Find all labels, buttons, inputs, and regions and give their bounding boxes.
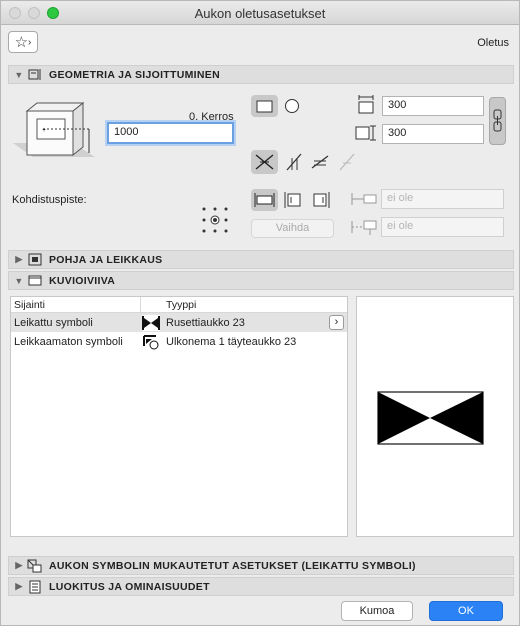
bowtie-symbol-icon bbox=[142, 315, 160, 331]
geometry-icon bbox=[27, 68, 43, 81]
plan-section-icon bbox=[27, 253, 43, 266]
orientation-option-3-icon[interactable] bbox=[308, 150, 332, 174]
table-header: Sijainti Tyyppi bbox=[11, 297, 347, 313]
window-title: Aukon oletusasetukset bbox=[194, 6, 326, 21]
cancel-button[interactable]: Kumoa bbox=[341, 601, 413, 621]
ok-button[interactable]: OK bbox=[429, 601, 503, 621]
column-divider bbox=[140, 297, 141, 313]
orientation-option-2-icon[interactable] bbox=[282, 150, 306, 174]
offset-depth-input[interactable]: ei ole bbox=[381, 217, 504, 237]
section-classification-header[interactable]: ▶ LUOKITUS JA OMINAISUUDET bbox=[8, 577, 514, 596]
anchor-point-label: Kohdistuspiste: bbox=[12, 194, 87, 206]
symbol-table: Sijainti Tyyppi Leikattu symboli Rusetti… bbox=[10, 296, 348, 537]
swap-button[interactable]: Vaihda bbox=[251, 219, 334, 238]
row-type: Rusettiaukko 23 bbox=[166, 317, 245, 329]
custom-settings-icon bbox=[27, 559, 43, 572]
section-custom-header[interactable]: ▶ AUKON SYMBOLIN MUKAUTETUT ASETUKSET (L… bbox=[8, 556, 514, 575]
offset-side-input[interactable]: ei ole bbox=[381, 189, 504, 209]
table-row[interactable]: Leikattu symboli Rusettiaukko 23 › bbox=[11, 313, 347, 332]
disclosure-closed-icon: ▶ bbox=[15, 581, 23, 591]
favorite-name-label: Oletus bbox=[477, 37, 509, 49]
row-location: Leikkaamaton symboli bbox=[14, 336, 123, 348]
star-icon: ☆ bbox=[14, 34, 29, 51]
column-location-header[interactable]: Sijainti bbox=[14, 299, 45, 311]
column-type-header[interactable]: Tyyppi bbox=[166, 299, 196, 311]
disclosure-closed-icon: ▶ bbox=[15, 254, 23, 264]
outline-icon bbox=[27, 274, 43, 287]
width-input[interactable]: 300 bbox=[382, 96, 484, 116]
disclosure-closed-icon: ▶ bbox=[15, 560, 23, 570]
favorites-button[interactable]: ☆ › bbox=[8, 31, 38, 53]
chain-link-icon bbox=[493, 109, 502, 132]
height-icon bbox=[355, 125, 376, 141]
dialog-window: Aukon oletusasetukset ☆ › Oletus ▼ GEOMET… bbox=[0, 0, 520, 626]
disclosure-open-icon: ▼ bbox=[14, 69, 24, 80]
section-outline-header[interactable]: ▼ KUVIOIVIIVA bbox=[8, 271, 514, 290]
section-outline-title: KUVIOIVIIVA bbox=[49, 274, 116, 287]
cross-lines-icon bbox=[255, 154, 274, 170]
offset-side-icon bbox=[351, 193, 377, 205]
opening-elevation-icon: + bbox=[13, 101, 95, 157]
rectangle-icon bbox=[256, 100, 273, 113]
row-type: Ulkonema 1 täyteaukko 23 bbox=[166, 336, 297, 348]
circle-icon bbox=[285, 99, 299, 113]
reveal-option-2-icon[interactable] bbox=[282, 189, 306, 211]
document-list-icon bbox=[27, 580, 43, 593]
section-geometry-header[interactable]: ▼ GEOMETRIA JA SIJOITTUMINEN bbox=[8, 65, 514, 84]
projection-symbol-icon bbox=[143, 335, 159, 350]
symbol-preview-panel bbox=[356, 296, 514, 537]
elevation-input[interactable]: 1000 bbox=[107, 122, 234, 144]
section-plan-title: POHJA JA LEIKKAUS bbox=[49, 253, 163, 266]
orientation-option-4-icon bbox=[339, 153, 355, 171]
section-geometry-title: GEOMETRIA JA SIJOITTUMINEN bbox=[49, 68, 220, 81]
width-icon bbox=[358, 95, 374, 114]
reveal-option-3-icon[interactable] bbox=[308, 189, 332, 211]
height-input[interactable]: 300 bbox=[382, 124, 484, 144]
section-classification-title: LUOKITUS JA OMINAISUUDET bbox=[49, 580, 210, 593]
chevron-right-icon[interactable]: › bbox=[329, 315, 344, 330]
section-plan-header[interactable]: ▶ POHJA JA LEIKKAUS bbox=[8, 250, 514, 269]
reveal-both-icon bbox=[254, 193, 275, 207]
offset-depth-icon bbox=[351, 220, 377, 235]
reveal-option-1-button[interactable] bbox=[251, 189, 278, 211]
orientation-option-1-button[interactable] bbox=[251, 150, 278, 174]
disclosure-open-icon: ▼ bbox=[14, 275, 24, 286]
link-dimensions-button[interactable] bbox=[489, 97, 506, 145]
shape-rectangular-button[interactable] bbox=[251, 95, 278, 117]
anchor-point-selector[interactable] bbox=[200, 205, 230, 235]
svg-text:+: + bbox=[42, 127, 46, 134]
title-bar: Aukon oletusasetukset bbox=[1, 1, 519, 25]
section-custom-title: AUKON SYMBOLIN MUKAUTETUT ASETUKSET (LEI… bbox=[49, 559, 416, 572]
chevron-right-icon: › bbox=[28, 36, 32, 48]
table-row[interactable]: Leikkaamaton symboli Ulkonema 1 täyteauk… bbox=[11, 332, 347, 351]
row-location: Leikattu symboli bbox=[14, 317, 93, 329]
bowtie-preview-image bbox=[377, 391, 484, 445]
shape-round-button[interactable] bbox=[282, 95, 302, 117]
